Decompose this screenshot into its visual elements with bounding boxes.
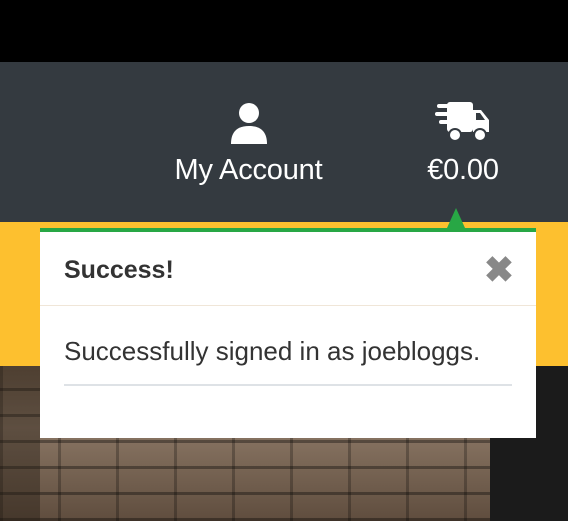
top-bar (0, 0, 568, 62)
success-popover: Success! ✖ Successfully signed in as joe… (40, 228, 536, 438)
cart-link[interactable]: €0.00 (418, 98, 508, 187)
my-account-link[interactable]: My Account (166, 98, 331, 187)
popover-title: Success! (64, 256, 174, 284)
user-icon (229, 98, 269, 144)
page: My Account €0.00 Success! ✖ Successfully… (0, 0, 568, 521)
popover-header: Success! ✖ (40, 232, 536, 306)
cart-total: €0.00 (427, 154, 499, 186)
popover-message: Successfully signed in as joebloggs. (64, 336, 481, 366)
my-account-label: My Account (174, 154, 323, 186)
close-icon[interactable]: ✖ (484, 252, 514, 288)
divider (64, 384, 512, 386)
delivery-truck-icon (435, 98, 491, 144)
hero-shade (0, 366, 40, 521)
popover-arrow (447, 208, 465, 228)
navbar: My Account €0.00 (0, 62, 568, 222)
